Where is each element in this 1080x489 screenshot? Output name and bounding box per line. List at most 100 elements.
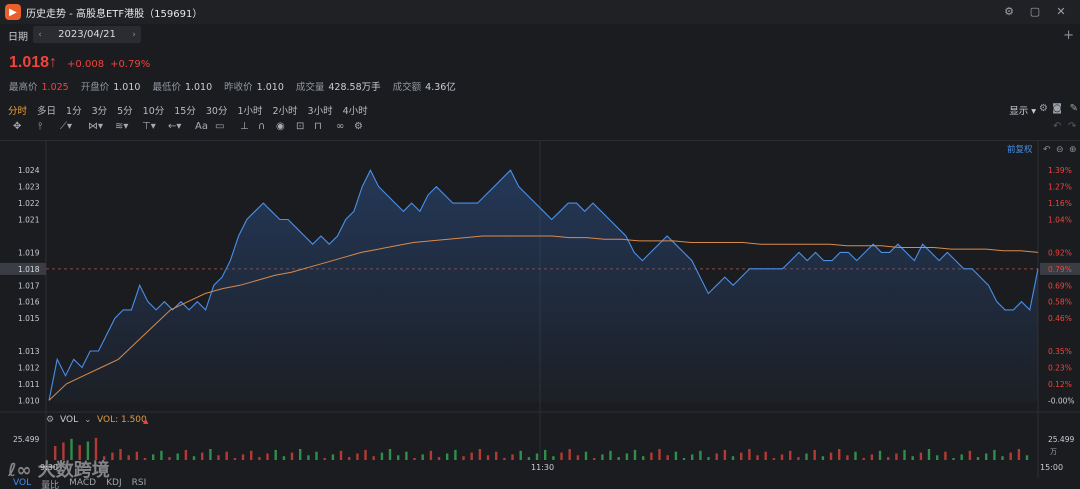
eye-icon[interactable]: ◉ [276, 121, 285, 132]
ruler-icon[interactable]: ⊥ [240, 121, 249, 132]
chevron-down-icon[interactable]: ⌄ [84, 415, 92, 425]
volume-bar [119, 449, 122, 460]
y-tick-label-pct: 0.69% [1048, 281, 1072, 290]
y-tick-label-pct: 0.12% [1048, 380, 1072, 389]
watermark-mark: ℓ∞ [8, 460, 38, 481]
arrow-tool-icon[interactable]: ←▾ [168, 121, 181, 132]
text-tool-icon[interactable]: Aa [195, 121, 208, 132]
trash-icon[interactable]: ⊓ [314, 121, 322, 132]
y-tick-label: 1.022 [18, 199, 40, 208]
date-label: 日期 [8, 31, 28, 43]
move-icon[interactable]: ✥ [13, 121, 21, 132]
volume-bar [740, 452, 743, 460]
period-tab[interactable]: 30分 [206, 103, 228, 117]
stat-value: 4.36亿 [425, 82, 456, 93]
current-price-label-left: 1.018 [18, 265, 40, 274]
vol-indicator-label[interactable]: VOL [60, 415, 78, 425]
volume-bar [838, 449, 841, 460]
measure-tool-icon[interactable]: ⊤▾ [142, 121, 156, 132]
period-tab[interactable]: 多日 [37, 103, 56, 117]
period-tab[interactable]: 1分 [66, 103, 82, 117]
window-controls: ⚙ ▢ ✕ [996, 2, 1074, 22]
lock-icon[interactable]: ⊡ [296, 121, 304, 132]
y-tick-label: 1.021 [18, 216, 40, 225]
stat-item: 最高价 1.025 [9, 79, 69, 93]
y-tick-label: 1.010 [18, 396, 40, 405]
volume-bar [870, 454, 874, 460]
volume-bar [1017, 449, 1021, 460]
volume-bar [511, 454, 514, 460]
volume-bar [846, 455, 849, 460]
y-tick-label-pct: 0.92% [1048, 248, 1072, 257]
time-label-close: 15:00 [1040, 463, 1063, 472]
stat-label: 成交量 [295, 82, 325, 93]
stat-label: 成交额 [392, 82, 422, 93]
period-tab[interactable]: 2小时 [273, 103, 298, 117]
y-tick-label-pct: 1.16% [1048, 199, 1072, 208]
vol-unit: 万 [1050, 448, 1057, 456]
intraday-chart[interactable]: 1.024 1.023 1.022 1.021 1.019 1.018 1.017 1.016… [0, 140, 1080, 478]
volume-bar [993, 449, 996, 460]
display-label: 显示 [1009, 106, 1029, 117]
stats-row: 最高价 1.025 开盘价 1.010 最低价 1.010 昨收价 1.010 成交量 428.5… [9, 79, 468, 93]
volume-bar [388, 449, 392, 460]
polyline-tool-icon[interactable]: ⋈▾ [88, 121, 103, 132]
settings-icon[interactable]: ⚙ [1039, 103, 1048, 114]
volume-bar [274, 449, 277, 460]
volume-bar [789, 450, 792, 460]
volume-bar [723, 449, 727, 460]
period-tab[interactable]: 15分 [174, 103, 196, 117]
pencil-icon[interactable]: ✎ [1070, 103, 1078, 114]
title-bar: ▶ 历史走势 - 高股息ETF港股（159691） ⚙ ▢ ✕ [0, 0, 1080, 24]
gear-icon[interactable]: ⚙ [354, 121, 363, 132]
date-value[interactable]: 2023/04/21 [47, 29, 127, 40]
volume-bar [258, 457, 261, 460]
period-tab[interactable]: 分时 [8, 103, 27, 117]
y-tick-label: 1.017 [18, 281, 40, 290]
volume-bar [560, 452, 563, 460]
volume-bar [241, 454, 245, 460]
period-tab[interactable]: 3分 [92, 103, 108, 117]
volume-bar [887, 457, 890, 460]
redo-icon[interactable]: ↷ [1068, 121, 1076, 132]
current-price-label-right: 0.79% [1048, 265, 1072, 274]
volume-bar [437, 457, 441, 460]
period-tab[interactable]: 5分 [117, 103, 133, 117]
period-tab[interactable]: 3小时 [308, 103, 333, 117]
link-icon[interactable]: ∞ [336, 121, 344, 132]
channel-tool-icon[interactable]: ≋▾ [115, 121, 128, 132]
magnet-icon[interactable]: ∩ [258, 121, 265, 132]
trend-line-tool-icon[interactable]: ⟋▾ [60, 121, 72, 132]
volume-bar [952, 458, 955, 460]
undo-icon[interactable]: ↶ [1053, 121, 1061, 132]
period-tab[interactable]: 4小时 [343, 103, 368, 117]
period-tab[interactable]: 10分 [143, 103, 165, 117]
vertical-line-tool-icon[interactable]: ⫯ [38, 121, 42, 132]
comment-tool-icon[interactable]: ▭ [215, 121, 224, 132]
close-button[interactable]: ✕ [1048, 2, 1074, 22]
next-date-button[interactable]: › [127, 30, 141, 40]
volume-bar [454, 449, 457, 460]
volume-bar [290, 452, 294, 460]
volume-bar [527, 457, 531, 460]
volume-bar [985, 453, 988, 460]
volume-bar [862, 458, 865, 460]
date-picker[interactable]: ‹ 2023/04/21 › [33, 26, 141, 43]
settings-icon[interactable]: ⚙ [996, 2, 1022, 22]
prev-date-button[interactable]: ‹ [33, 30, 47, 40]
volume-bar [495, 451, 498, 460]
volume-bar [364, 449, 367, 460]
add-button[interactable]: + [1063, 28, 1074, 43]
period-tab[interactable]: 1小时 [237, 103, 262, 117]
volume-bar [1001, 456, 1004, 460]
camera-icon[interactable]: ◙ [1052, 103, 1062, 114]
maximize-button[interactable]: ▢ [1022, 2, 1048, 22]
volume-bar [282, 456, 286, 460]
vol-settings-icon[interactable]: ⚙ [46, 415, 54, 425]
y-tick-label: 1.013 [18, 347, 40, 356]
volume-bar [895, 453, 898, 460]
display-dropdown[interactable]: 显示 ▾ [1009, 103, 1036, 117]
indicator-tab[interactable]: RSI [132, 478, 147, 489]
volume-bar [568, 449, 571, 460]
y-tick-label: 1.012 [18, 363, 40, 372]
